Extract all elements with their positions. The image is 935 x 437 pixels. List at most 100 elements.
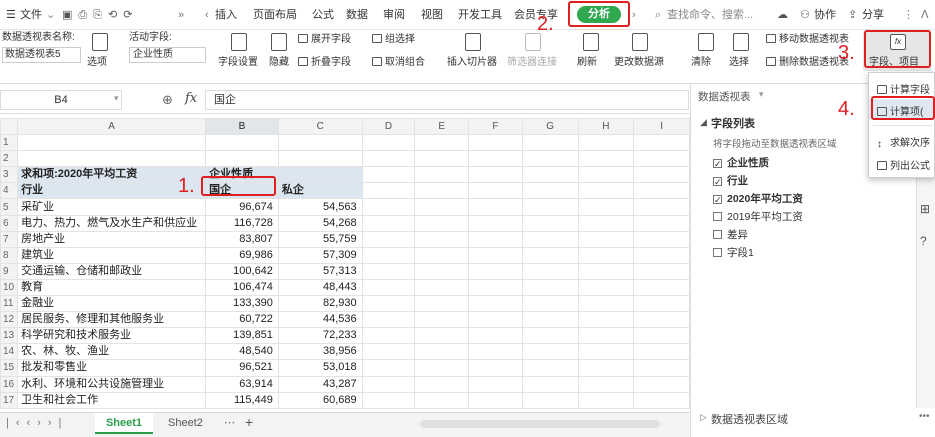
hide-icon[interactable] xyxy=(271,33,287,51)
change-source-icon[interactable] xyxy=(632,33,648,51)
cell-empty[interactable] xyxy=(521,295,579,313)
row-number[interactable]: 6 xyxy=(0,214,19,232)
cell-empty[interactable] xyxy=(468,198,523,216)
cell-c[interactable]: 38,956 xyxy=(277,343,363,361)
fx-label[interactable]: fx xyxy=(185,91,197,106)
row-number[interactable]: 1 xyxy=(0,134,19,152)
cell-empty[interactable] xyxy=(468,278,523,297)
cell-a[interactable]: 科学研究和技术服务业 xyxy=(17,327,207,345)
cell-a[interactable]: 采矿业 xyxy=(17,198,207,216)
add-sheet-icon[interactable]: + xyxy=(245,414,253,430)
side-tool-icon[interactable]: ⊞ xyxy=(920,202,930,216)
cell-c[interactable]: 72,233 xyxy=(277,327,363,345)
cell-empty[interactable] xyxy=(414,182,470,200)
row-number[interactable]: 4 xyxy=(0,182,19,200)
collapse-triangle-icon[interactable]: ◢ xyxy=(700,117,707,128)
cell-empty[interactable] xyxy=(468,327,523,345)
cell-empty[interactable] xyxy=(577,166,635,184)
dropdown-item-calculated-field[interactable]: 计算字段 xyxy=(877,81,930,96)
cell-empty[interactable] xyxy=(521,278,579,297)
delete-pivot-button[interactable]: 删除数据透视表 xyxy=(766,56,849,70)
cell-empty[interactable] xyxy=(468,311,523,329)
cell-a[interactable]: 房地产业 xyxy=(17,230,207,248)
cell-empty[interactable] xyxy=(361,327,416,345)
cell-empty[interactable] xyxy=(633,214,690,232)
cell-empty[interactable] xyxy=(361,246,416,264)
cell-empty[interactable] xyxy=(468,134,523,152)
cell-empty[interactable] xyxy=(577,375,635,393)
cell-empty[interactable] xyxy=(521,391,579,409)
row-number[interactable]: 5 xyxy=(0,198,19,216)
cell-empty[interactable] xyxy=(521,375,579,393)
tab-insert[interactable]: 插入 xyxy=(215,0,237,30)
cell-empty[interactable] xyxy=(577,214,635,232)
cell-b[interactable]: 106,474 xyxy=(205,278,279,297)
cell-empty[interactable] xyxy=(633,295,690,313)
expand-field-button[interactable]: 展开字段 xyxy=(298,33,351,47)
cell-c[interactable] xyxy=(277,134,363,152)
cell-empty[interactable] xyxy=(468,391,523,409)
row-number[interactable]: 7 xyxy=(0,230,19,248)
cell-empty[interactable] xyxy=(414,246,470,264)
cell-empty[interactable] xyxy=(521,311,579,329)
cell-empty[interactable] xyxy=(468,150,523,168)
collapse-ribbon-icon[interactable]: ᐱ xyxy=(921,0,929,30)
checkbox[interactable] xyxy=(713,248,722,257)
column-header[interactable]: D xyxy=(361,118,416,136)
cell-empty[interactable] xyxy=(521,262,579,280)
slicer-icon[interactable] xyxy=(465,33,481,51)
cell-empty[interactable] xyxy=(633,150,690,168)
cell-a[interactable] xyxy=(17,150,207,168)
cell-b[interactable]: 83,807 xyxy=(205,230,279,248)
chevron-down-icon[interactable]: ▾ xyxy=(114,93,119,104)
cell-empty[interactable] xyxy=(414,214,470,232)
sheet-tab-sheet2[interactable]: Sheet2 xyxy=(168,417,203,429)
cell-empty[interactable] xyxy=(414,391,470,409)
row-number[interactable]: 13 xyxy=(0,327,19,345)
tab-formula[interactable]: 公式 xyxy=(312,0,334,30)
cell-empty[interactable] xyxy=(521,230,579,248)
tab-developer[interactable]: 开发工具 xyxy=(458,0,502,30)
select-all-corner[interactable] xyxy=(0,118,19,136)
cell-a[interactable]: 建筑业 xyxy=(17,246,207,264)
cell-empty[interactable] xyxy=(521,166,579,184)
cell-empty[interactable] xyxy=(361,278,416,297)
column-header[interactable]: A xyxy=(17,118,207,136)
cell-c[interactable]: 60,689 xyxy=(277,391,363,409)
row-number[interactable]: 11 xyxy=(0,295,19,313)
active-field-input[interactable]: 企业性质 xyxy=(129,47,206,63)
share-icon[interactable]: ⇪ xyxy=(848,0,857,30)
column-header[interactable]: I xyxy=(633,118,690,136)
menu-icon[interactable]: ☰ xyxy=(6,0,16,30)
cell-c[interactable]: 55,759 xyxy=(277,230,363,248)
cell-empty[interactable] xyxy=(521,214,579,232)
column-header[interactable]: B xyxy=(205,118,279,136)
cell-c[interactable]: 54,563 xyxy=(277,198,363,216)
cell-empty[interactable] xyxy=(414,134,470,152)
checkbox[interactable]: ✓ xyxy=(713,195,722,205)
row-number[interactable]: 15 xyxy=(0,359,19,377)
cell-empty[interactable] xyxy=(468,262,523,280)
formula-input[interactable]: 国企 xyxy=(205,90,689,110)
row-number[interactable]: 9 xyxy=(0,262,19,280)
quick-access-icons[interactable]: ▣⎙⎘⟲⟳ xyxy=(62,0,138,30)
cell-a[interactable]: 批发和零售业 xyxy=(17,359,207,377)
cell-empty[interactable] xyxy=(414,311,470,329)
hide-button[interactable]: 隐藏 xyxy=(269,56,289,70)
cell-empty[interactable] xyxy=(414,295,470,313)
change-source-button[interactable]: 更改数据源 xyxy=(614,56,664,70)
cell-empty[interactable] xyxy=(633,166,690,184)
cell-empty[interactable] xyxy=(633,246,690,264)
insert-slicer-button[interactable]: 插入切片器 xyxy=(447,56,497,70)
row-number[interactable]: 17 xyxy=(0,391,19,409)
clear-button[interactable]: 清除 xyxy=(691,56,711,70)
cell-b[interactable] xyxy=(205,134,279,152)
cell-empty[interactable] xyxy=(414,150,470,168)
horizontal-scrollbar[interactable] xyxy=(420,420,660,428)
cell-empty[interactable] xyxy=(361,375,416,393)
tab-data[interactable]: 数据 xyxy=(346,0,368,30)
cell-empty[interactable] xyxy=(361,359,416,377)
cell-empty[interactable] xyxy=(521,182,579,200)
cell-c[interactable]: 48,443 xyxy=(277,278,363,297)
field-item[interactable]: 2019年平均工资 xyxy=(713,209,803,224)
